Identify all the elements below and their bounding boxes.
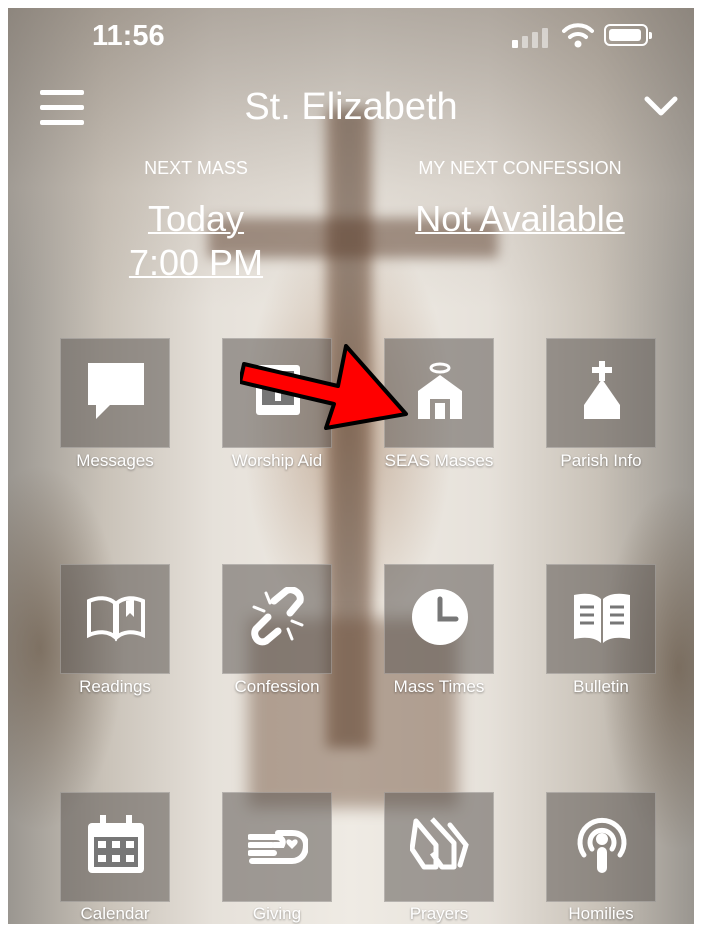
next-confession-label: MY NEXT CONFESSION: [418, 158, 622, 178]
tile-homilies[interactable]: [546, 792, 656, 902]
church-cross-icon: [584, 361, 620, 419]
chat-bubble-icon: [88, 363, 144, 419]
tile-confession[interactable]: [222, 564, 332, 674]
tile-prayers[interactable]: [384, 792, 494, 902]
podcast-icon: [577, 817, 627, 873]
broken-chain-icon: [251, 587, 304, 646]
tile-label-parish-info: Parish Info: [560, 451, 642, 470]
tile-label-mass-times: Mass Times: [393, 677, 485, 696]
tile-label-prayers: Prayers: [409, 904, 469, 923]
tile-label-bulletin: Bulletin: [573, 677, 629, 696]
next-mass-day[interactable]: Today: [116, 198, 276, 240]
tile-label-homilies: Homilies: [568, 904, 634, 923]
tile-label-giving: Giving: [252, 904, 302, 923]
tile-readings[interactable]: [60, 564, 170, 674]
battery-icon: [604, 24, 652, 46]
next-mass-label: NEXT MASS: [144, 158, 248, 178]
praying-hands-icon: [410, 817, 469, 870]
tile-label-confession: Confession: [234, 677, 320, 696]
tile-label-readings: Readings: [79, 677, 151, 696]
tile-calendar[interactable]: [60, 792, 170, 902]
tile-parish-info[interactable]: [546, 338, 656, 448]
app-screen: 11:56 St. Elizabeth NEXT MASS Today 7:00…: [8, 8, 694, 924]
calendar-icon: [88, 815, 144, 873]
red-arrow-icon: [240, 344, 408, 430]
tile-messages[interactable]: [60, 338, 170, 448]
tile-mass-times[interactable]: [384, 564, 494, 674]
signal-icon: [512, 26, 550, 48]
church-halo-icon: [418, 362, 462, 419]
tile-label-messages: Messages: [76, 451, 154, 470]
newsletter-icon: [574, 593, 630, 643]
clock-icon: [412, 589, 468, 645]
wifi-icon: [562, 23, 594, 48]
chevron-down-icon[interactable]: [644, 94, 678, 118]
tile-label-calendar: Calendar: [80, 904, 150, 923]
tile-giving[interactable]: [222, 792, 332, 902]
tile-bulletin[interactable]: [546, 564, 656, 674]
next-mass-time[interactable]: 7:00 PM: [116, 242, 276, 284]
status-time: 11:56: [92, 20, 165, 52]
next-confession-value[interactable]: Not Available: [390, 198, 650, 240]
status-bar: 11:56: [8, 8, 694, 68]
tile-label-seas-masses: SEAS Masses: [384, 451, 494, 470]
hand-heart-icon: [248, 830, 308, 864]
open-book-icon: [87, 596, 145, 642]
tile-label-worship-aid: Worship Aid: [231, 451, 323, 470]
page-title: St. Elizabeth: [244, 86, 458, 128]
